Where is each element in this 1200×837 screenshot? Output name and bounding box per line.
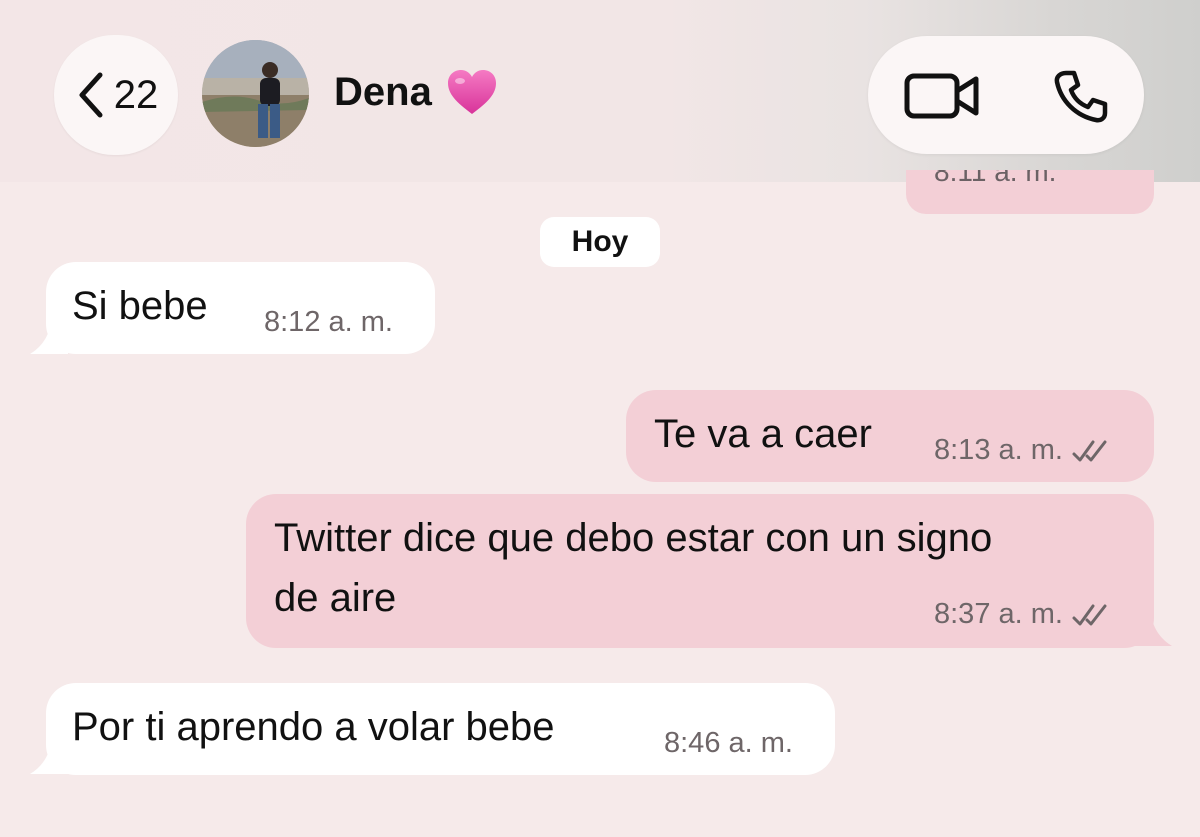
previous-message-bubble: 8:11 a. m. <box>906 170 1154 214</box>
double-check-icon <box>1072 604 1107 625</box>
message-time: 8:12 a. m. <box>264 306 393 339</box>
chevron-left-icon <box>79 72 103 118</box>
date-separator: Hoy <box>540 217 660 267</box>
message-bubble-incoming[interactable]: Por ti aprendo a volar bebe 8:46 a. m. <box>46 683 835 775</box>
back-button[interactable]: 22 <box>54 35 178 155</box>
message-time-text: 8:12 a. m. <box>264 306 393 338</box>
message-text-line2: de aire <box>274 576 397 620</box>
message-bubble-incoming[interactable]: Si bebe 8:12 a. m. <box>46 262 435 354</box>
message-text-line1: Twitter dice que debo estar con un signo <box>274 516 993 560</box>
video-call-icon[interactable] <box>904 73 980 119</box>
double-check-icon <box>1072 440 1107 461</box>
message-text: Por ti aprendo a volar bebe <box>72 705 555 749</box>
contact-name-text: Dena <box>334 69 432 114</box>
message-bubble-outgoing[interactable]: Te va a caer 8:13 a. m. <box>626 390 1154 482</box>
chat-header: 22 Dena <box>0 0 1200 182</box>
unread-count: 22 <box>113 72 159 117</box>
message-text: Si bebe <box>72 284 208 328</box>
message-text: Te va a caer <box>654 412 872 456</box>
message-time: 8:13 a. m. <box>934 434 1113 467</box>
message-time: 8:37 a. m. <box>934 598 1113 631</box>
bubble-tail <box>1134 608 1172 646</box>
previous-message-time: 8:11 a. m. <box>934 170 1057 187</box>
message-time: 8:46 a. m. <box>664 727 793 760</box>
message-bubble-outgoing[interactable]: Twitter dice que debo estar con un signo… <box>246 494 1154 648</box>
message-time-text: 8:46 a. m. <box>664 727 793 759</box>
message-time-text: 8:37 a. m. <box>934 598 1063 630</box>
avatar[interactable] <box>202 40 309 147</box>
call-actions <box>868 36 1144 154</box>
phone-call-icon[interactable] <box>1052 70 1110 124</box>
heart-emoji-icon <box>447 70 496 114</box>
message-time-text: 8:13 a. m. <box>934 434 1063 466</box>
avatar-photo <box>202 40 309 147</box>
contact-name[interactable]: Dena <box>334 68 498 116</box>
